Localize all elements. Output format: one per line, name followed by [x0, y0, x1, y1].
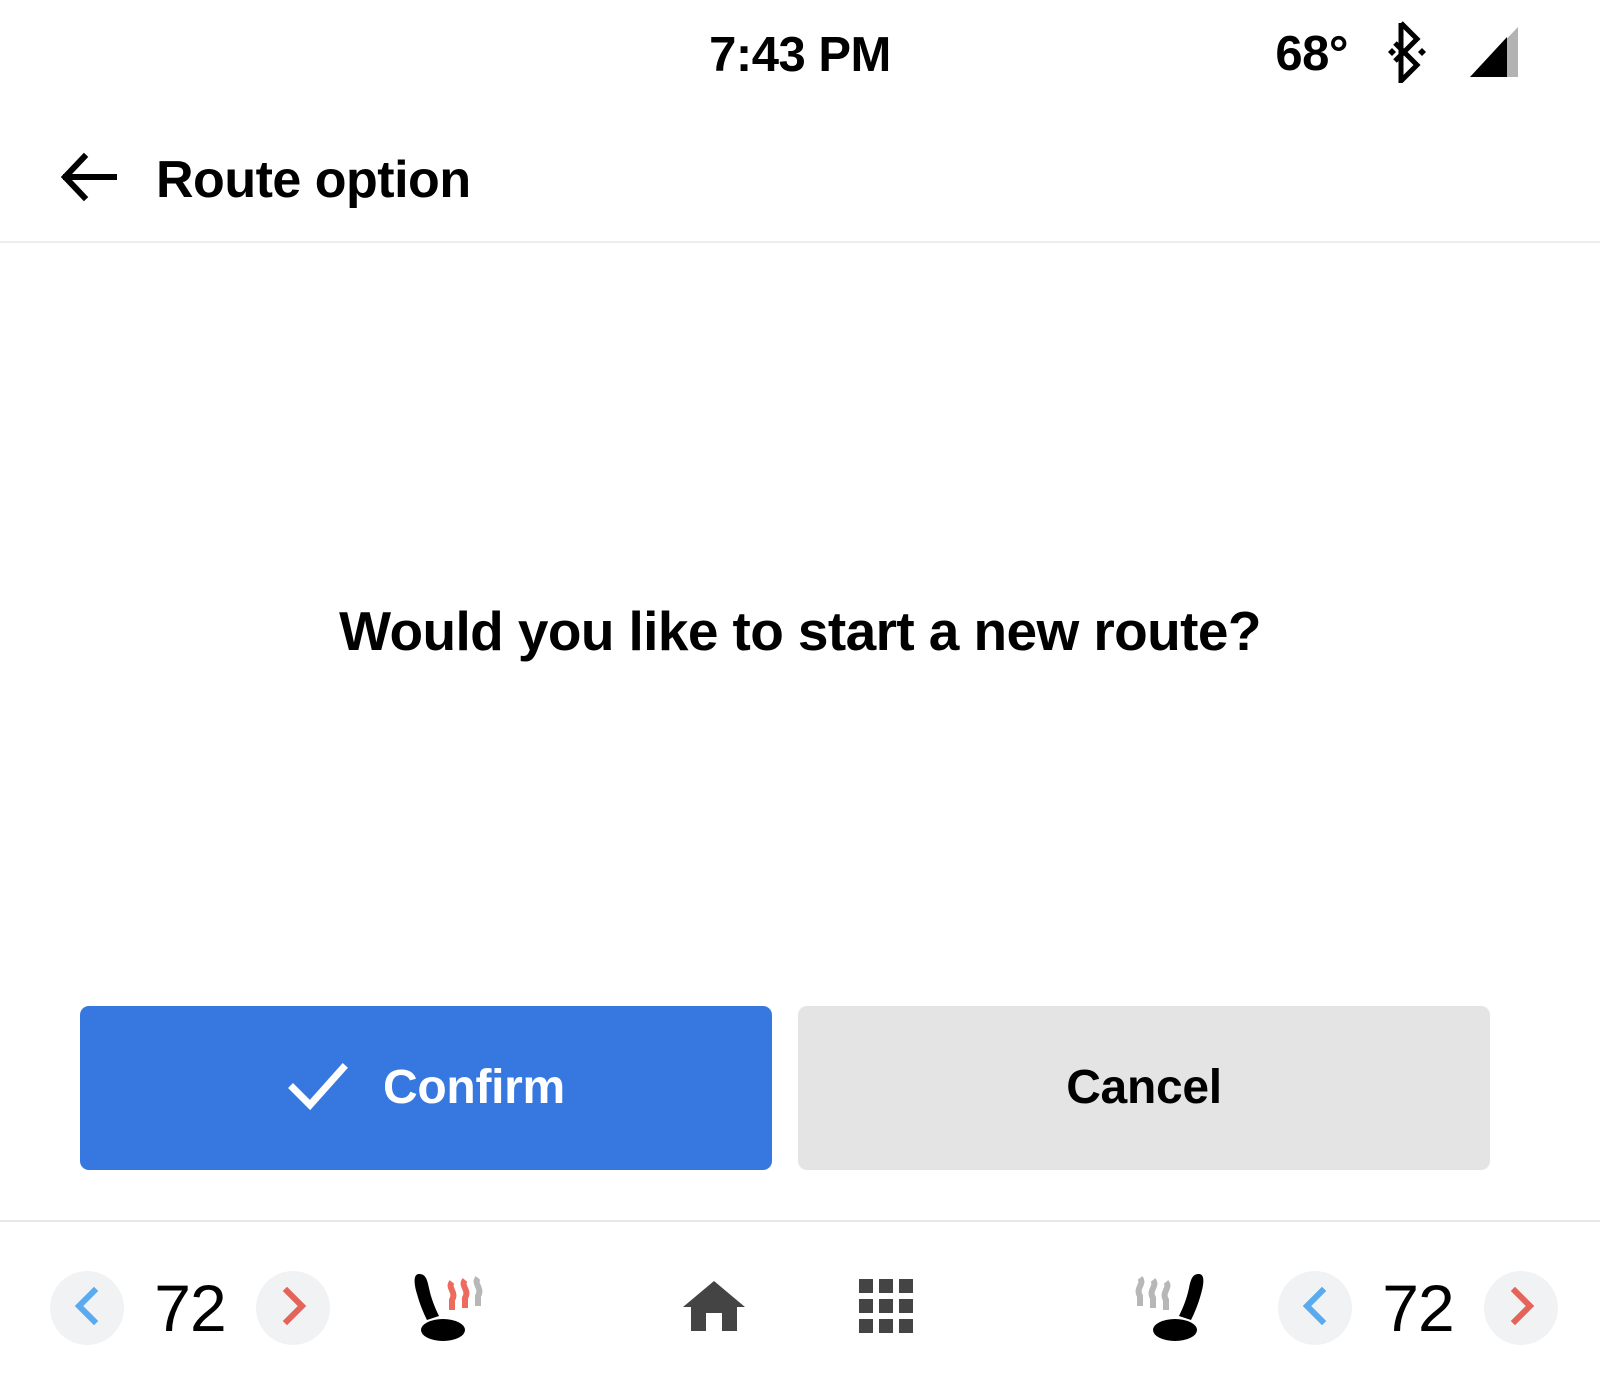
back-button[interactable]: [58, 149, 120, 211]
driver-climate-control: 72: [50, 1271, 330, 1345]
passenger-temp-decrease-button[interactable]: [1278, 1271, 1352, 1345]
passenger-climate-control: 72: [1278, 1271, 1558, 1345]
heated-seat-icon: [397, 1260, 493, 1357]
chevron-right-icon: [1504, 1286, 1538, 1330]
apps-grid-icon: [855, 1275, 917, 1342]
passenger-temperature-value: 72: [1382, 1271, 1454, 1345]
confirm-button[interactable]: Confirm: [80, 1006, 772, 1170]
status-bar: 7:43 PM 68°: [0, 0, 1600, 118]
page-title: Route option: [156, 150, 471, 209]
outside-temperature: 68°: [1275, 27, 1348, 81]
apps-button[interactable]: [840, 1262, 932, 1354]
chevron-left-icon: [1298, 1286, 1332, 1330]
home-icon: [681, 1275, 747, 1342]
driver-temperature-value: 72: [154, 1271, 226, 1345]
driver-seat-heater-button[interactable]: [390, 1253, 500, 1363]
heated-seat-icon: [1125, 1260, 1221, 1357]
status-indicators: 68°: [1275, 20, 1522, 88]
chevron-left-icon: [70, 1286, 104, 1330]
driver-temp-decrease-button[interactable]: [50, 1271, 124, 1345]
cancel-button[interactable]: Cancel: [798, 1006, 1490, 1170]
home-button[interactable]: [668, 1262, 760, 1354]
action-buttons: Confirm Cancel: [80, 1006, 1490, 1170]
back-arrow-icon: [60, 151, 118, 208]
confirm-button-label: Confirm: [383, 1061, 565, 1114]
main-content: Would you like to start a new route? Con…: [0, 243, 1600, 1220]
confirmation-prompt: Would you like to start a new route?: [339, 600, 1261, 662]
bluetooth-icon: [1384, 20, 1430, 88]
passenger-temp-increase-button[interactable]: [1484, 1271, 1558, 1345]
chevron-right-icon: [276, 1286, 310, 1330]
cellular-signal-icon: [1466, 23, 1522, 86]
app-header: Route option: [0, 118, 1600, 243]
cancel-button-label: Cancel: [1066, 1061, 1222, 1114]
driver-temp-increase-button[interactable]: [256, 1271, 330, 1345]
check-icon: [287, 1060, 349, 1117]
bottom-control-bar: 72 72: [0, 1220, 1600, 1394]
passenger-seat-heater-button[interactable]: [1118, 1253, 1228, 1363]
car-head-unit-screen: 7:43 PM 68° Route option Would you like …: [0, 0, 1600, 1394]
